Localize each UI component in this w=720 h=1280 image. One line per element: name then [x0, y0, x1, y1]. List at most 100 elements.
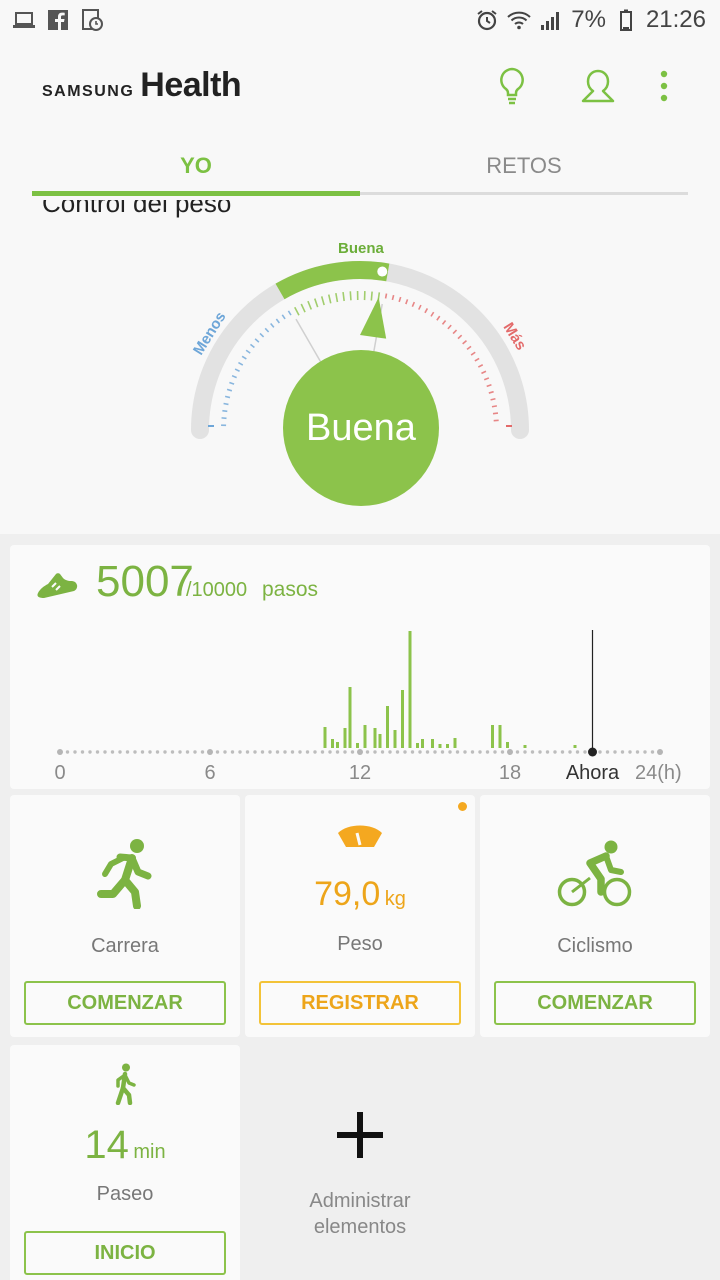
axis-dot [395, 750, 400, 754]
cycling-tile[interactable]: Ciclismo COMENZAR [480, 795, 710, 1037]
gauge-tick [424, 308, 429, 314]
axis-dot [110, 750, 115, 754]
weight-status-circle: Buena [283, 350, 439, 506]
alarm-icon [477, 10, 497, 31]
gauge-tick [270, 323, 275, 328]
app-header: SAMSUNG Health [0, 44, 720, 136]
gauge-tick [226, 388, 233, 392]
gauge-tick [486, 383, 492, 388]
gauge-tick [466, 345, 472, 350]
weight-value: 79,0 [314, 875, 381, 913]
gauge-tick [264, 327, 270, 333]
gauge-label-good: Buena [338, 240, 384, 257]
steps-hourly-chart: 0 6 12 18 24(h) Ahora [54, 630, 682, 784]
axis-dot [500, 750, 505, 754]
x-tick-label: 18 [499, 762, 521, 784]
axis-dot [433, 750, 437, 754]
weight-label: Peso [337, 933, 383, 955]
gauge-tick [320, 296, 325, 306]
gauge-tick [477, 364, 484, 368]
step-bar [421, 739, 424, 748]
axis-dot [373, 750, 377, 754]
axis-major-dot [507, 749, 513, 755]
axis-dot [118, 750, 122, 754]
gauge-tick [452, 329, 458, 335]
cycling-start-button[interactable]: COMENZAR [494, 981, 696, 1025]
steps-card[interactable]: 5007 /10000 pasos 0 6 12 18 24(h) Ahora [10, 545, 710, 789]
gauge-tick [259, 332, 265, 338]
axis-dot [440, 750, 445, 754]
axis-dot [80, 750, 85, 754]
walking-label: Paseo [96, 1183, 154, 1205]
gauge-tick [391, 294, 395, 301]
axis-dot [88, 750, 92, 754]
gauge-tick [241, 355, 247, 360]
walking-start-button[interactable]: INICIO [24, 1231, 226, 1275]
axis-dot [185, 750, 190, 754]
step-bar [386, 706, 389, 748]
tab-retos[interactable]: RETOS [360, 136, 688, 196]
axis-dot [455, 750, 460, 754]
step-bar [408, 631, 412, 748]
gauge-tick [398, 296, 402, 303]
new-data-dot [458, 802, 467, 811]
axis-dot [148, 750, 152, 754]
step-bar [523, 745, 527, 748]
axis-dot [155, 750, 160, 754]
axis-dot [643, 750, 647, 754]
axis-dot [650, 750, 655, 754]
profile-icon [581, 69, 615, 103]
weight-unit: kg [384, 888, 406, 910]
axis-dot [448, 750, 452, 754]
tab-bar: YO RETOS [0, 136, 720, 200]
gauge-tick [222, 409, 228, 413]
status-bar: 7% 21:26 [0, 0, 720, 44]
weight-control-card[interactable]: Control del peso Buena Menos Más Buena [0, 200, 720, 534]
tab-indicator [32, 191, 360, 196]
axis-major-dot [357, 749, 363, 755]
axis-dot [73, 750, 77, 754]
axis-dot [253, 750, 257, 754]
cycling-label: Ciclismo [557, 935, 633, 957]
gauge-good-zone [275, 261, 390, 300]
tips-button[interactable] [490, 64, 534, 108]
axis-dot [178, 750, 182, 754]
gauge-tick [307, 300, 313, 310]
more-options-button[interactable] [642, 64, 686, 108]
walking-tile[interactable]: 14 min Paseo INICIO [10, 1045, 240, 1280]
axis-dot [170, 750, 175, 754]
axis-dot [328, 750, 332, 754]
manage-items-label: Administrar elementos [309, 1190, 411, 1238]
gauge-tick [287, 310, 292, 316]
gauge-tick [238, 361, 244, 366]
profile-button[interactable] [576, 64, 620, 108]
axis-dot [163, 750, 167, 754]
step-bar [506, 742, 509, 748]
x-tick-label: 0 [54, 762, 65, 784]
step-bar [348, 687, 352, 748]
axis-dot [620, 750, 625, 754]
axis-dot [350, 750, 355, 754]
axis-dot [538, 750, 542, 754]
running-start-button[interactable]: COMENZAR [24, 981, 226, 1025]
weight-register-button[interactable]: REGISTRAR [259, 981, 461, 1025]
axis-dot [613, 750, 617, 754]
step-bar [401, 690, 404, 748]
axis-dot [530, 750, 535, 754]
weight-tile[interactable]: 79,0 kg Peso REGISTRAR [245, 795, 475, 1037]
step-bar [438, 744, 442, 748]
step-bar [393, 730, 397, 748]
gauge-tick [275, 318, 280, 324]
axis-dot [470, 750, 475, 754]
running-tile[interactable]: Carrera COMENZAR [10, 795, 240, 1037]
gauge-tick [418, 304, 422, 310]
gauge-tick [491, 405, 498, 408]
manage-items-button[interactable]: Administrar elementos [260, 1110, 460, 1240]
axis-dot [418, 750, 422, 754]
axis-dot [200, 750, 205, 754]
axis-dot [215, 750, 220, 754]
tab-yo[interactable]: YO [32, 136, 360, 196]
gauge-tick [229, 381, 235, 385]
gauge-tick [281, 314, 286, 320]
axis-dot [605, 750, 610, 754]
